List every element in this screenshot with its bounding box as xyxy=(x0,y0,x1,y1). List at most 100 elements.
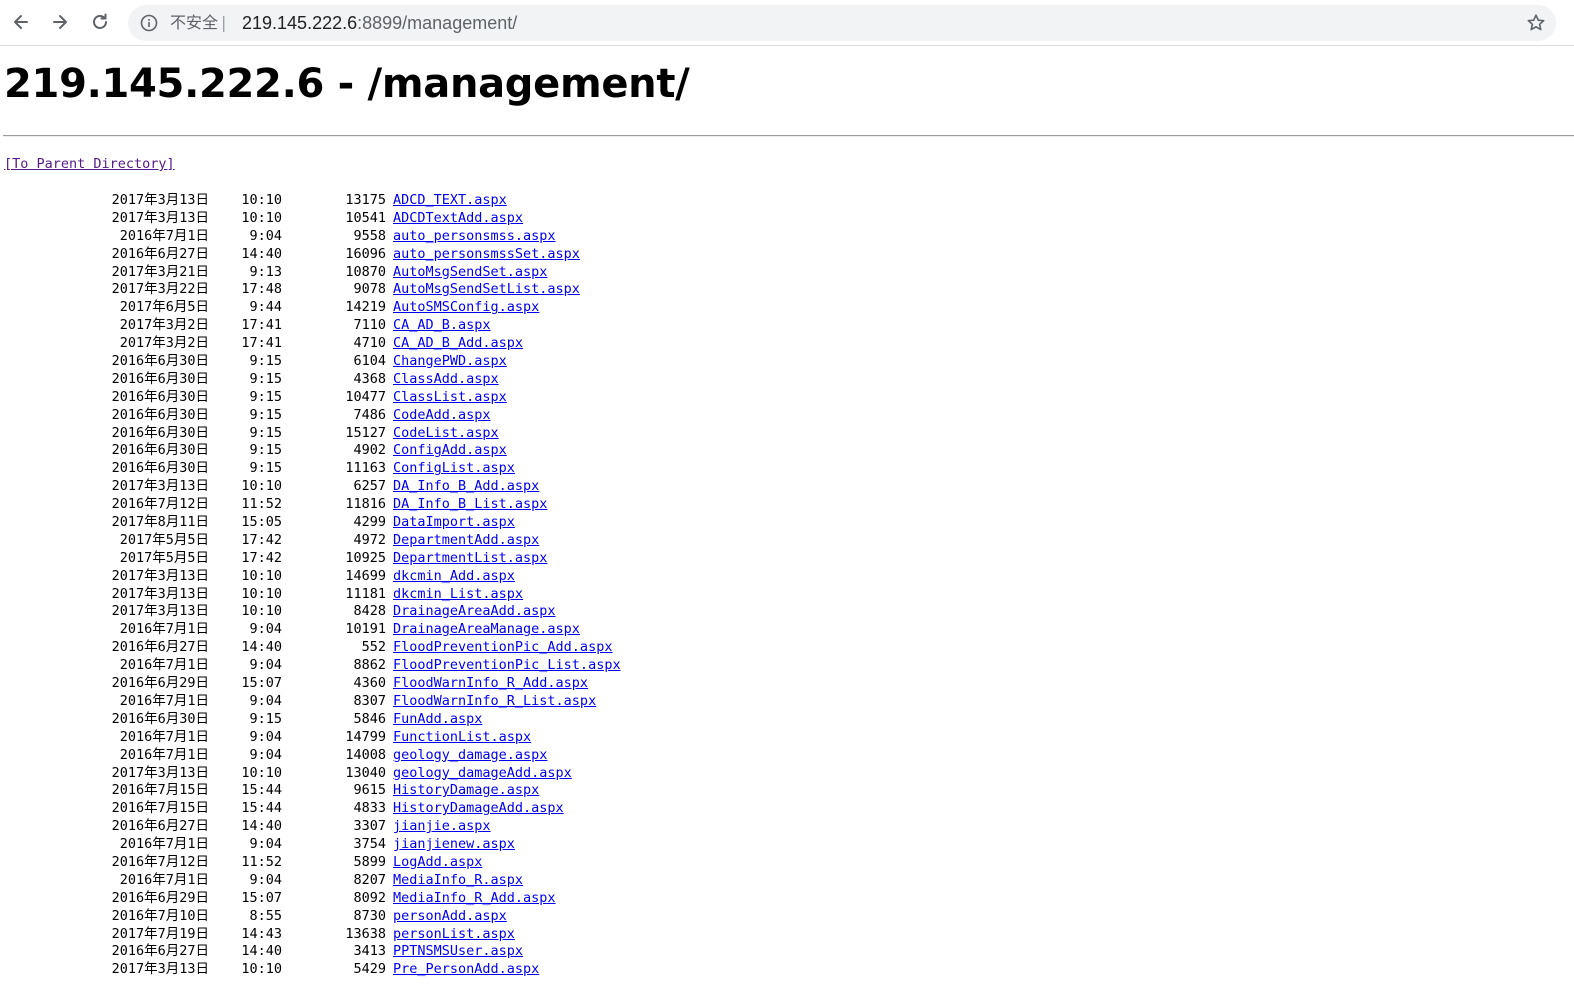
file-link[interactable]: MediaInfo_R_Add.aspx xyxy=(393,890,556,908)
file-size: 11181 xyxy=(345,585,386,602)
file-row: 2017年3月13日 10:10 5429 Pre_PersonAdd.aspx xyxy=(0,961,700,979)
file-row: 2017年3月13日 10:10 13040 geology_damageAdd.as… xyxy=(0,765,700,783)
file-link[interactable]: DataImport.aspx xyxy=(393,514,515,532)
file-date: 2016年6月27日 xyxy=(111,245,209,262)
url-host: 219.145.222.6 xyxy=(242,13,358,33)
file-time: 15:44 xyxy=(241,782,282,799)
file-link[interactable]: ADCDTextAdd.aspx xyxy=(393,210,523,228)
file-date: 2016年7月1日 xyxy=(119,227,209,244)
file-link[interactable]: ConfigAdd.aspx xyxy=(393,442,507,460)
file-link[interactable]: ChangePWD.aspx xyxy=(393,353,507,371)
file-date: 2016年7月1日 xyxy=(119,746,209,763)
file-link[interactable]: FloodWarnInfo_R_Add.aspx xyxy=(393,675,588,693)
file-link[interactable]: DrainageAreaManage.aspx xyxy=(393,621,580,639)
file-size: 9078 xyxy=(353,281,386,298)
file-link[interactable]: LogAdd.aspx xyxy=(393,854,482,872)
file-row: 2016年7月10日 8:55 8730 personAdd.aspx xyxy=(0,908,700,926)
url-text[interactable]: 219.145.222.6:8899/management/ xyxy=(242,12,517,34)
file-link[interactable]: jianjie.aspx xyxy=(393,818,491,836)
file-link[interactable]: personAdd.aspx xyxy=(393,908,507,926)
file-size: 5846 xyxy=(353,710,386,727)
file-row: 2016年7月1日 9:04 8207 MediaInfo_R.aspx xyxy=(0,872,700,890)
file-link[interactable]: HistoryDamage.aspx xyxy=(393,782,539,800)
file-link[interactable]: DA_Info_B_List.aspx xyxy=(393,496,547,514)
address-bar[interactable]: 不安全 | 219.145.222.6:8899/management/ xyxy=(128,5,1556,41)
file-link[interactable]: AutoMsgSendSet.aspx xyxy=(393,264,547,282)
file-row: 2016年6月30日 9:15 4368 ClassAdd.aspx xyxy=(0,371,700,389)
file-link[interactable]: MediaInfo_R.aspx xyxy=(393,872,523,890)
file-row: 2017年3月2日 17:41 7110 CA_AD_B.aspx xyxy=(0,317,700,335)
file-date: 2017年3月22日 xyxy=(111,281,209,298)
file-link[interactable]: Pre_PersonAdd.aspx xyxy=(393,961,539,979)
file-date: 2017年3月13日 xyxy=(111,478,209,495)
file-size: 4833 xyxy=(353,800,386,817)
file-date: 2016年6月29日 xyxy=(111,889,209,906)
file-link[interactable]: FloodPreventionPic_Add.aspx xyxy=(393,639,612,657)
browser-toolbar: 不安全 | 219.145.222.6:8899/management/ xyxy=(0,0,1574,46)
file-row: 2016年7月12日 11:52 11816 DA_Info_B_List.aspx xyxy=(0,496,700,514)
file-link[interactable]: CA_AD_B_Add.aspx xyxy=(393,335,523,353)
file-link[interactable]: auto_personsmss.aspx xyxy=(393,228,556,246)
file-link[interactable]: FloodPreventionPic_List.aspx xyxy=(393,657,621,675)
file-time: 9:15 xyxy=(249,388,282,405)
file-time: 9:04 xyxy=(249,227,282,244)
file-link[interactable]: geology_damageAdd.aspx xyxy=(393,765,572,783)
file-link[interactable]: ClassList.aspx xyxy=(393,389,507,407)
file-link[interactable]: FloodWarnInfo_R_List.aspx xyxy=(393,693,596,711)
file-link[interactable]: geology_damage.aspx xyxy=(393,747,547,765)
file-link[interactable]: ClassAdd.aspx xyxy=(393,371,499,389)
info-icon[interactable] xyxy=(140,14,158,32)
file-date: 2016年7月1日 xyxy=(119,836,209,853)
file-date: 2017年3月2日 xyxy=(119,335,209,352)
file-date: 2017年5月5日 xyxy=(119,549,209,566)
file-link[interactable]: DA_Info_B_Add.aspx xyxy=(393,478,539,496)
file-link[interactable]: auto_personsmssSet.aspx xyxy=(393,246,580,264)
file-time: 9:04 xyxy=(249,692,282,709)
reload-button[interactable] xyxy=(85,7,115,37)
file-date: 2017年3月13日 xyxy=(111,585,209,602)
file-link[interactable]: dkcmin_Add.aspx xyxy=(393,568,515,586)
file-link[interactable]: PPTNSMSUser.aspx xyxy=(393,943,523,961)
file-time: 9:13 xyxy=(249,263,282,280)
file-link[interactable]: DrainageAreaAdd.aspx xyxy=(393,603,556,621)
file-size: 10870 xyxy=(345,263,386,280)
file-link[interactable]: CodeList.aspx xyxy=(393,425,499,443)
file-time: 9:04 xyxy=(249,836,282,853)
file-link[interactable]: AutoSMSConfig.aspx xyxy=(393,299,539,317)
file-time: 11:52 xyxy=(241,853,282,870)
bookmark-star-icon[interactable] xyxy=(1526,13,1546,33)
back-button[interactable] xyxy=(6,7,36,37)
parent-directory-link[interactable]: [To Parent Directory] xyxy=(4,155,175,173)
file-row: 2017年6月5日 9:44 14219 AutoSMSConfig.aspx xyxy=(0,299,700,317)
file-link[interactable]: AutoMsgSendSetList.aspx xyxy=(393,281,580,299)
file-link[interactable]: dkcmin_List.aspx xyxy=(393,586,523,604)
file-time: 9:04 xyxy=(249,746,282,763)
file-link[interactable]: HistoryDamageAdd.aspx xyxy=(393,800,564,818)
file-time: 9:15 xyxy=(249,406,282,423)
file-date: 2016年6月30日 xyxy=(111,353,209,370)
file-link[interactable]: ConfigList.aspx xyxy=(393,460,515,478)
file-row: 2017年3月2日 17:41 4710 CA_AD_B_Add.aspx xyxy=(0,335,700,353)
file-link[interactable]: FunctionList.aspx xyxy=(393,729,531,747)
file-link[interactable]: ADCD_TEXT.aspx xyxy=(393,192,507,210)
file-link[interactable]: DepartmentAdd.aspx xyxy=(393,532,539,550)
file-row: 2016年6月30日 9:15 10477 ClassList.aspx xyxy=(0,389,700,407)
file-row: 2017年3月13日 10:10 11181 dkcmin_List.aspx xyxy=(0,586,700,604)
file-link[interactable]: CA_AD_B.aspx xyxy=(393,317,491,335)
file-row: 2016年7月1日 9:04 9558 auto_personsmss.aspx xyxy=(0,228,700,246)
file-row: 2016年7月1日 9:04 14799 FunctionList.aspx xyxy=(0,729,700,747)
file-link[interactable]: personList.aspx xyxy=(393,926,515,944)
file-link[interactable]: CodeAdd.aspx xyxy=(393,407,491,425)
file-link[interactable]: FunAdd.aspx xyxy=(393,711,482,729)
file-time: 10:10 xyxy=(241,478,282,495)
file-time: 9:44 xyxy=(249,299,282,316)
file-link[interactable]: DepartmentList.aspx xyxy=(393,550,547,568)
security-status-label[interactable]: 不安全 xyxy=(170,13,218,33)
file-row: 2017年3月13日 10:10 6257 DA_Info_B_Add.aspx xyxy=(0,478,700,496)
file-link[interactable]: jianjienew.aspx xyxy=(393,836,515,854)
forward-button[interactable] xyxy=(45,7,75,37)
file-time: 9:15 xyxy=(249,442,282,459)
file-date: 2016年6月27日 xyxy=(111,818,209,835)
file-date: 2016年7月12日 xyxy=(111,496,209,513)
file-time: 14:40 xyxy=(241,943,282,960)
